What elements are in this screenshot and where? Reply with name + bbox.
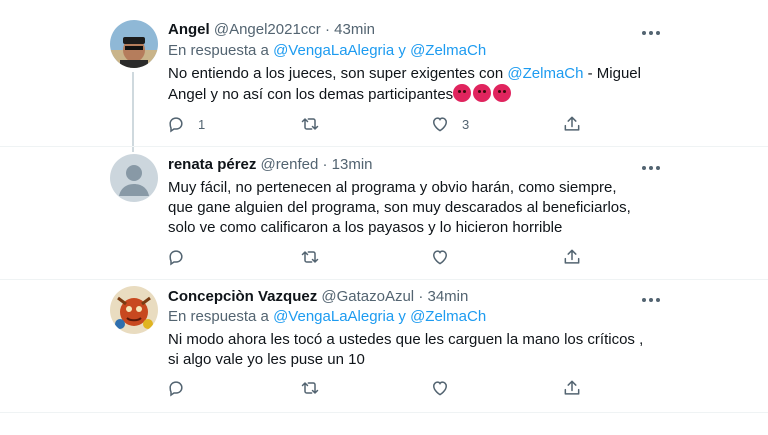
mention-link[interactable]: @ZelmaCh	[507, 65, 583, 82]
tweet-divider	[0, 279, 768, 280]
tweet-text: Ni modo ahora les tocó a ustedes que les…	[168, 330, 668, 370]
default-profile-icon	[110, 154, 158, 202]
angry-face-icon	[473, 84, 492, 102]
retweet-button[interactable]	[300, 245, 320, 269]
separator-dot: ·	[324, 21, 330, 38]
more-options-icon[interactable]	[640, 25, 662, 35]
display-name[interactable]: Angel	[168, 21, 210, 38]
retweet-icon	[301, 251, 319, 263]
avatar-concepcion[interactable]	[110, 286, 158, 334]
avatar-angel[interactable]	[110, 20, 158, 68]
retweet-button[interactable]	[300, 376, 320, 400]
timestamp[interactable]: 43min	[334, 21, 375, 38]
timestamp[interactable]: 34min	[428, 288, 469, 305]
tweet-header: renata pérez @renfed · 13min	[168, 156, 373, 174]
reply-button[interactable]: 1	[166, 112, 205, 136]
tweet-text-line: No entiendo a los jueces, son super exig…	[168, 64, 668, 84]
heart-icon	[432, 381, 448, 396]
like-count: 3	[462, 116, 470, 132]
user-handle[interactable]: @GatazoAzul	[321, 288, 414, 305]
avatar-concepcion-image	[110, 286, 158, 334]
share-button[interactable]	[562, 112, 582, 136]
avatar-renata[interactable]	[110, 154, 158, 202]
share-button[interactable]	[562, 376, 582, 400]
like-button[interactable]	[430, 376, 450, 400]
more-options-icon[interactable]	[640, 292, 662, 302]
heart-icon	[432, 250, 448, 265]
replying-to: En respuesta a @VengaLaAlegria y @ZelmaC…	[168, 42, 486, 60]
separator-dot: ·	[418, 288, 424, 305]
mention-link[interactable]: @ZelmaCh	[410, 42, 486, 59]
replying-to-label: En respuesta a	[168, 42, 269, 59]
user-handle[interactable]: @renfed	[261, 156, 319, 173]
like-button[interactable]	[430, 245, 450, 269]
replying-to-label: En respuesta a	[168, 308, 269, 325]
replying-to: En respuesta a @VengaLaAlegria y @ZelmaC…	[168, 308, 486, 326]
replying-to-joiner: y	[398, 42, 406, 59]
separator-dot: ·	[322, 156, 328, 173]
user-handle[interactable]: @Angel2021ccr	[214, 21, 321, 38]
angry-face-icon	[493, 84, 512, 102]
share-icon	[564, 116, 580, 131]
display-name[interactable]: renata pérez	[168, 156, 256, 173]
avatar-angel-image	[110, 20, 158, 68]
display-name[interactable]: Concepciòn Vazquez	[168, 288, 317, 305]
share-icon	[564, 249, 580, 264]
text-segment: - Miguel	[583, 65, 641, 82]
tweet-actions: 1 3	[160, 112, 600, 136]
reply-count: 1	[198, 116, 206, 132]
tweet-header: Concepciòn Vazquez @GatazoAzul · 34min	[168, 288, 468, 306]
mention-link[interactable]: @VengaLaAlegria	[273, 42, 394, 59]
tweet-text: No entiendo a los jueces, son super exig…	[168, 64, 668, 105]
like-button[interactable]: 3	[430, 112, 469, 136]
tweet-text: Muy fácil, no pertenecen al programa y o…	[168, 178, 668, 238]
tweet-text-line: que gane alguien del programa, son muy d…	[168, 199, 631, 216]
retweet-icon	[301, 118, 319, 130]
retweet-icon	[301, 382, 319, 394]
replying-to-joiner: y	[398, 308, 406, 325]
reply-button[interactable]	[166, 376, 198, 400]
tweet-divider	[0, 146, 768, 147]
mention-link[interactable]: @VengaLaAlegria	[273, 308, 394, 325]
retweet-button[interactable]	[300, 112, 320, 136]
mention-link[interactable]: @ZelmaCh	[410, 308, 486, 325]
reply-button[interactable]	[166, 245, 198, 269]
tweet-text-line: si algo vale yo les puse un 10	[168, 351, 365, 368]
angry-face-icon	[453, 84, 472, 102]
heart-icon	[432, 117, 448, 132]
text-segment: Angel y no así con los demas participant…	[168, 86, 454, 103]
reply-icon	[169, 250, 183, 266]
share-icon	[564, 380, 580, 395]
reply-icon	[169, 381, 183, 397]
tweet-actions	[160, 376, 600, 400]
reply-icon	[169, 117, 183, 133]
more-options-icon[interactable]	[640, 160, 662, 170]
tweet-header: Angel @Angel2021ccr · 43min	[168, 21, 375, 39]
text-segment: No entiendo a los jueces, son super exig…	[168, 65, 508, 82]
tweet-divider	[0, 412, 768, 413]
tweet-text-line: Ni modo ahora les tocó a ustedes que les…	[168, 331, 644, 348]
share-button[interactable]	[562, 245, 582, 269]
tweet-actions	[160, 245, 600, 269]
tweet-text-line: Muy fácil, no pertenecen al programa y o…	[168, 179, 617, 196]
timestamp[interactable]: 13min	[332, 156, 373, 173]
tweet-text-line: Angel y no así con los demas participant…	[168, 84, 668, 105]
tweet-text-line: solo ve como calificaron a los payasos y…	[168, 219, 563, 236]
thread-connector-line	[132, 72, 134, 152]
